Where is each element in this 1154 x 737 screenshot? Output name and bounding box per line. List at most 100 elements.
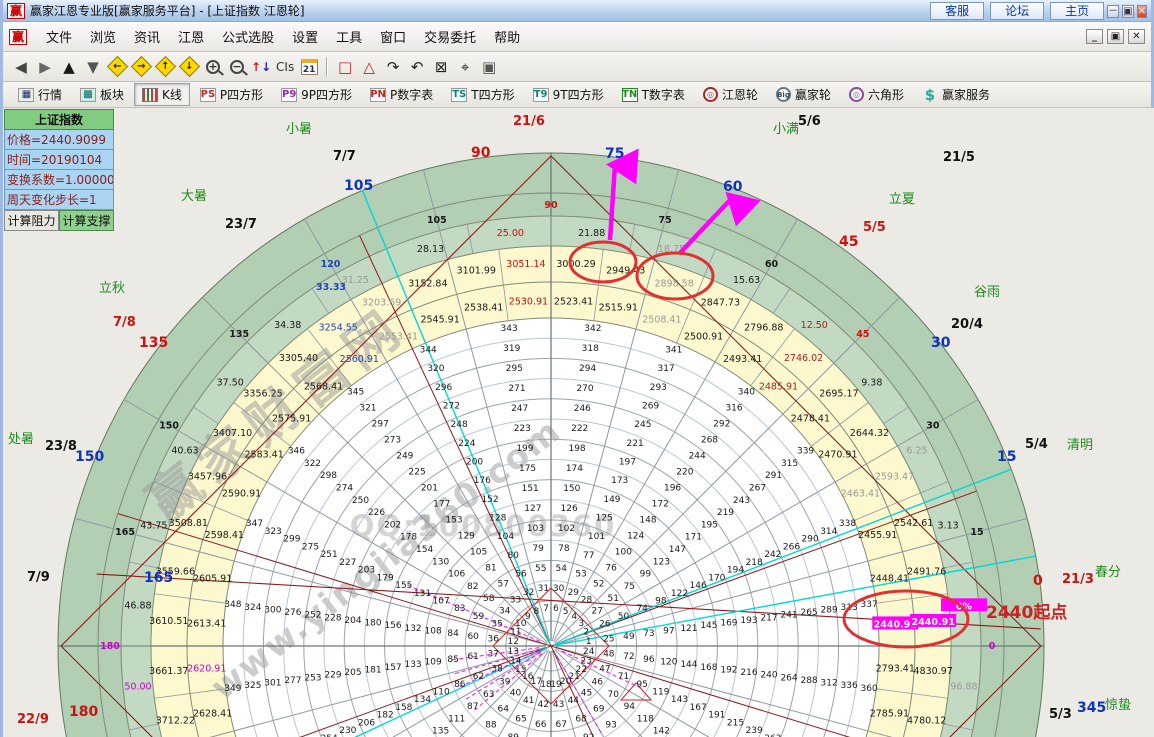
menu-item-2[interactable]: 资讯 — [125, 24, 169, 49]
minimize-button[interactable]: － — [1107, 4, 1120, 18]
p-table-icon: PN — [370, 87, 387, 102]
view-button-t-table[interactable]: TN T数字表 — [614, 83, 693, 106]
view-button-quotes[interactable]: ▦ 行情 — [10, 83, 70, 106]
panel-button-support[interactable]: 计算支撑 — [59, 210, 114, 231]
panel-row-3: 周天变化步长=1 — [4, 190, 114, 210]
svg-text:300: 300 — [264, 605, 281, 615]
svg-text:344: 344 — [420, 346, 437, 356]
diamond-down-button[interactable]: ↓ — [178, 55, 200, 78]
svg-text:124: 124 — [627, 532, 644, 542]
svg-text:102: 102 — [558, 524, 575, 534]
svg-text:228: 228 — [324, 613, 341, 623]
zoom-out-button[interactable]: − — [226, 56, 248, 78]
zoom-in-button[interactable]: + — [202, 56, 224, 78]
svg-text:314: 314 — [820, 527, 837, 537]
rotate-ccw-button[interactable]: ↶ — [406, 56, 428, 78]
svg-text:2898.58: 2898.58 — [654, 278, 693, 289]
svg-text:27: 27 — [592, 607, 603, 617]
svg-text:323: 323 — [265, 527, 282, 537]
svg-text:158: 158 — [395, 703, 412, 713]
svg-text:15.63: 15.63 — [733, 275, 760, 286]
svg-text:157: 157 — [384, 663, 401, 673]
view-button-kline[interactable]: K线 — [134, 83, 190, 106]
view-button-9t-square[interactable]: T9 9T四方形 — [525, 83, 612, 106]
diamond-left-button[interactable]: ← — [106, 55, 128, 78]
view-button-p-square[interactable]: PS P四方形 — [192, 83, 271, 106]
menu-item-6[interactable]: 工具 — [327, 24, 371, 49]
svg-text:110: 110 — [433, 688, 450, 698]
svg-text:92: 92 — [583, 733, 594, 737]
svg-text:2530.91: 2530.91 — [509, 297, 548, 308]
svg-text:318: 318 — [582, 344, 599, 354]
nav-first-button[interactable]: ◀ — [10, 56, 32, 78]
diamond-right-button[interactable]: → — [130, 55, 152, 78]
titlebar-link-0[interactable]: 客服 — [930, 2, 985, 20]
svg-text:95: 95 — [636, 680, 647, 690]
box-x-button[interactable]: ⊠ — [430, 56, 452, 78]
triangle-tool-button[interactable]: △ — [358, 56, 380, 78]
titlebar-link-2[interactable]: 主页 — [1050, 2, 1105, 20]
svg-text:347: 347 — [246, 519, 263, 529]
svg-text:67: 67 — [556, 720, 567, 730]
menu-item-4[interactable]: 公式选股 — [213, 24, 283, 49]
svg-text:30: 30 — [926, 421, 940, 432]
p-square-icon: PS — [199, 87, 216, 102]
calendar-button[interactable]: 21 — [298, 56, 320, 78]
svg-text:41: 41 — [523, 696, 534, 706]
svg-text:3457.96: 3457.96 — [188, 472, 227, 483]
child-minimize-button[interactable]: _ — [1086, 29, 1103, 44]
menu-item-5[interactable]: 设置 — [283, 24, 327, 49]
svg-text:219: 219 — [717, 508, 734, 518]
svg-text:99: 99 — [640, 570, 652, 580]
gann-wheel-canvas[interactable]: 赢家财富网www.yingjia360.comQQ:10080036012345… — [3, 108, 1154, 737]
svg-text:2785.91: 2785.91 — [870, 708, 909, 719]
svg-text:321: 321 — [359, 403, 376, 413]
rotate-cw-button[interactable]: ↷ — [382, 56, 404, 78]
view-button-t-square[interactable]: TS T四方形 — [443, 83, 522, 106]
view-button-9p-square[interactable]: P9 9P四方形 — [273, 83, 360, 106]
menu-item-1[interactable]: 浏览 — [81, 24, 125, 49]
view-button-sectors[interactable]: ▩ 板块 — [72, 83, 132, 106]
menu-item-9[interactable]: 帮助 — [485, 24, 529, 49]
panel-button-resistance[interactable]: 计算阻力 — [4, 210, 59, 231]
restore-button[interactable]: ▣ — [1122, 4, 1134, 18]
svg-text:100: 100 — [615, 548, 632, 558]
view-button-gann-wheel[interactable]: ◎ 江恩轮 — [695, 83, 766, 106]
menu-item-0[interactable]: 文件 — [37, 24, 81, 49]
svg-text:264: 264 — [780, 673, 797, 683]
updown-arrows-button[interactable]: ↑ ↓ — [250, 56, 272, 78]
svg-text:242: 242 — [764, 550, 781, 560]
svg-text:147: 147 — [669, 545, 686, 555]
center-target-button[interactable]: ⌖ — [454, 56, 476, 78]
menu-item-8[interactable]: 交易委托 — [415, 24, 485, 49]
svg-text:247: 247 — [511, 404, 528, 414]
close-button[interactable]: ✕ — [1136, 4, 1147, 18]
svg-text:2470.91: 2470.91 — [818, 449, 857, 460]
svg-text:127: 127 — [524, 504, 541, 514]
view-button-winner-wheel[interactable]: Big 赢家轮 — [768, 83, 839, 106]
diamond-up-button[interactable]: ↑ — [154, 55, 176, 78]
svg-text:271: 271 — [508, 384, 525, 394]
svg-text:343: 343 — [501, 324, 518, 334]
svg-text:135: 135 — [229, 329, 249, 340]
menu-item-3[interactable]: 江恩 — [169, 24, 213, 49]
svg-text:269: 269 — [642, 402, 659, 412]
cls-button[interactable]: CIs — [274, 56, 296, 78]
svg-text:3.13: 3.13 — [938, 521, 959, 532]
tri-down-button[interactable]: ▼ — [82, 56, 104, 78]
nav-last-button[interactable]: ▶ — [34, 56, 56, 78]
menu-item-7[interactable]: 窗口 — [371, 24, 415, 49]
view-button-p-table[interactable]: PN P数字表 — [362, 83, 441, 106]
child-close-button[interactable]: ✕ — [1128, 29, 1145, 44]
board-button[interactable]: ▣ — [478, 56, 500, 78]
square-tool-button[interactable]: □ — [334, 56, 356, 78]
svg-text:2515.91: 2515.91 — [599, 303, 638, 314]
view-button-hexagon[interactable]: ◎ 六角形 — [841, 83, 912, 106]
view-button-winner-service[interactable]: $ 赢家服务 — [914, 83, 998, 106]
svg-text:74: 74 — [636, 604, 648, 614]
tri-up-button[interactable]: ▲ — [58, 56, 80, 78]
child-restore-button[interactable]: ▣ — [1107, 29, 1124, 44]
svg-text:120: 120 — [321, 259, 341, 270]
titlebar-link-1[interactable]: 论坛 — [990, 2, 1045, 20]
svg-text:45: 45 — [839, 234, 858, 250]
